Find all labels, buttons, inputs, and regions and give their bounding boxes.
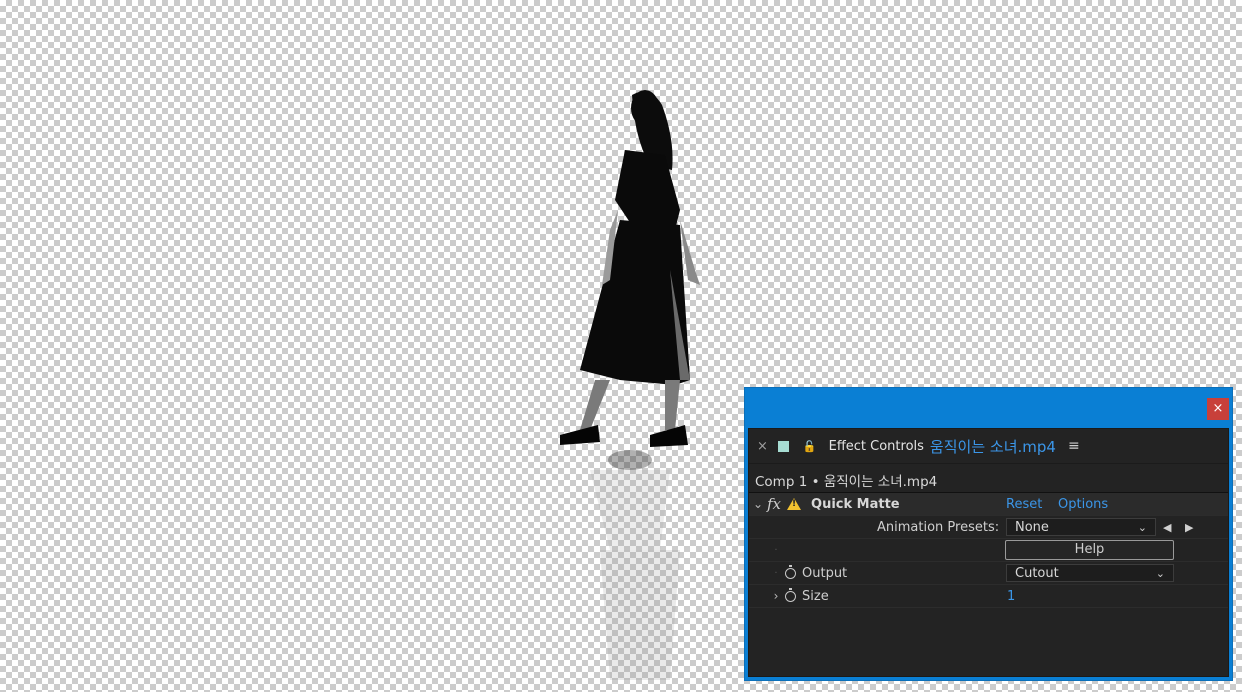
panel-tab-bar: × 🔓 Effect Controls 움직이는 소녀.mp4 ≡ [749,429,1228,464]
options-link[interactable]: Options [1058,497,1108,512]
animation-presets-dropdown[interactable]: None ⌄ [1006,518,1156,536]
help-button[interactable]: Help [1005,540,1174,560]
next-preset-button[interactable]: ▶ [1185,521,1193,534]
effect-row-quick-matte[interactable]: ⌄ fx Quick Matte Reset Options [749,493,1228,516]
animation-presets-value: None [1015,520,1049,535]
size-label: Size [802,588,829,604]
lock-icon[interactable]: 🔓 [803,440,817,453]
window-close-button[interactable]: × [1207,398,1229,420]
effect-controls-panel: × 🔓 Effect Controls 움직이는 소녀.mp4 ≡ Comp 1… [748,428,1229,677]
chevron-down-icon[interactable]: ⌄ [749,497,767,511]
effect-properties: ⌄ fx Quick Matte Reset Options Animation… [749,493,1228,608]
output-row: · Output Cutout ⌄ [749,562,1228,585]
effect-controls-window: × × 🔓 Effect Controls 움직이는 소녀.mp4 ≡ Comp… [744,387,1233,681]
label-color-swatch[interactable] [777,440,789,452]
walking-girl-silhouette [560,90,700,680]
tab-close-button[interactable]: × [757,439,768,454]
comp-layer-label: Comp 1 • 움직이는 소녀.mp4 [749,464,1228,493]
help-row: · Help [749,539,1228,562]
animation-presets-row: Animation Presets: None ⌄ ◀ ▶ [749,516,1228,539]
chevron-down-icon: ⌄ [1155,567,1165,580]
size-row: › Size 1 [749,585,1228,608]
panel-menu-icon[interactable]: ≡ [1068,438,1080,454]
chevron-down-icon: ⌄ [1137,521,1147,534]
row-dot: · [774,567,778,579]
size-value[interactable]: 1 [1007,589,1015,604]
output-value: Cutout [1015,566,1059,581]
fx-toggle-icon[interactable]: fx [767,495,781,513]
row-dot: · [774,544,778,556]
animation-presets-label: Animation Presets: [877,519,1000,535]
stopwatch-icon[interactable] [785,587,796,602]
reset-link[interactable]: Reset [1006,497,1042,512]
warning-icon [787,498,802,510]
output-label: Output [802,565,848,581]
effect-name: Quick Matte [811,496,900,512]
chevron-right-icon[interactable]: › [767,589,785,603]
output-dropdown[interactable]: Cutout ⌄ [1006,564,1174,582]
panel-file-name[interactable]: 움직이는 소녀.mp4 [930,436,1056,457]
previous-preset-button[interactable]: ◀ [1163,521,1171,534]
stopwatch-icon[interactable] [785,564,796,579]
panel-title: Effect Controls [828,438,924,454]
